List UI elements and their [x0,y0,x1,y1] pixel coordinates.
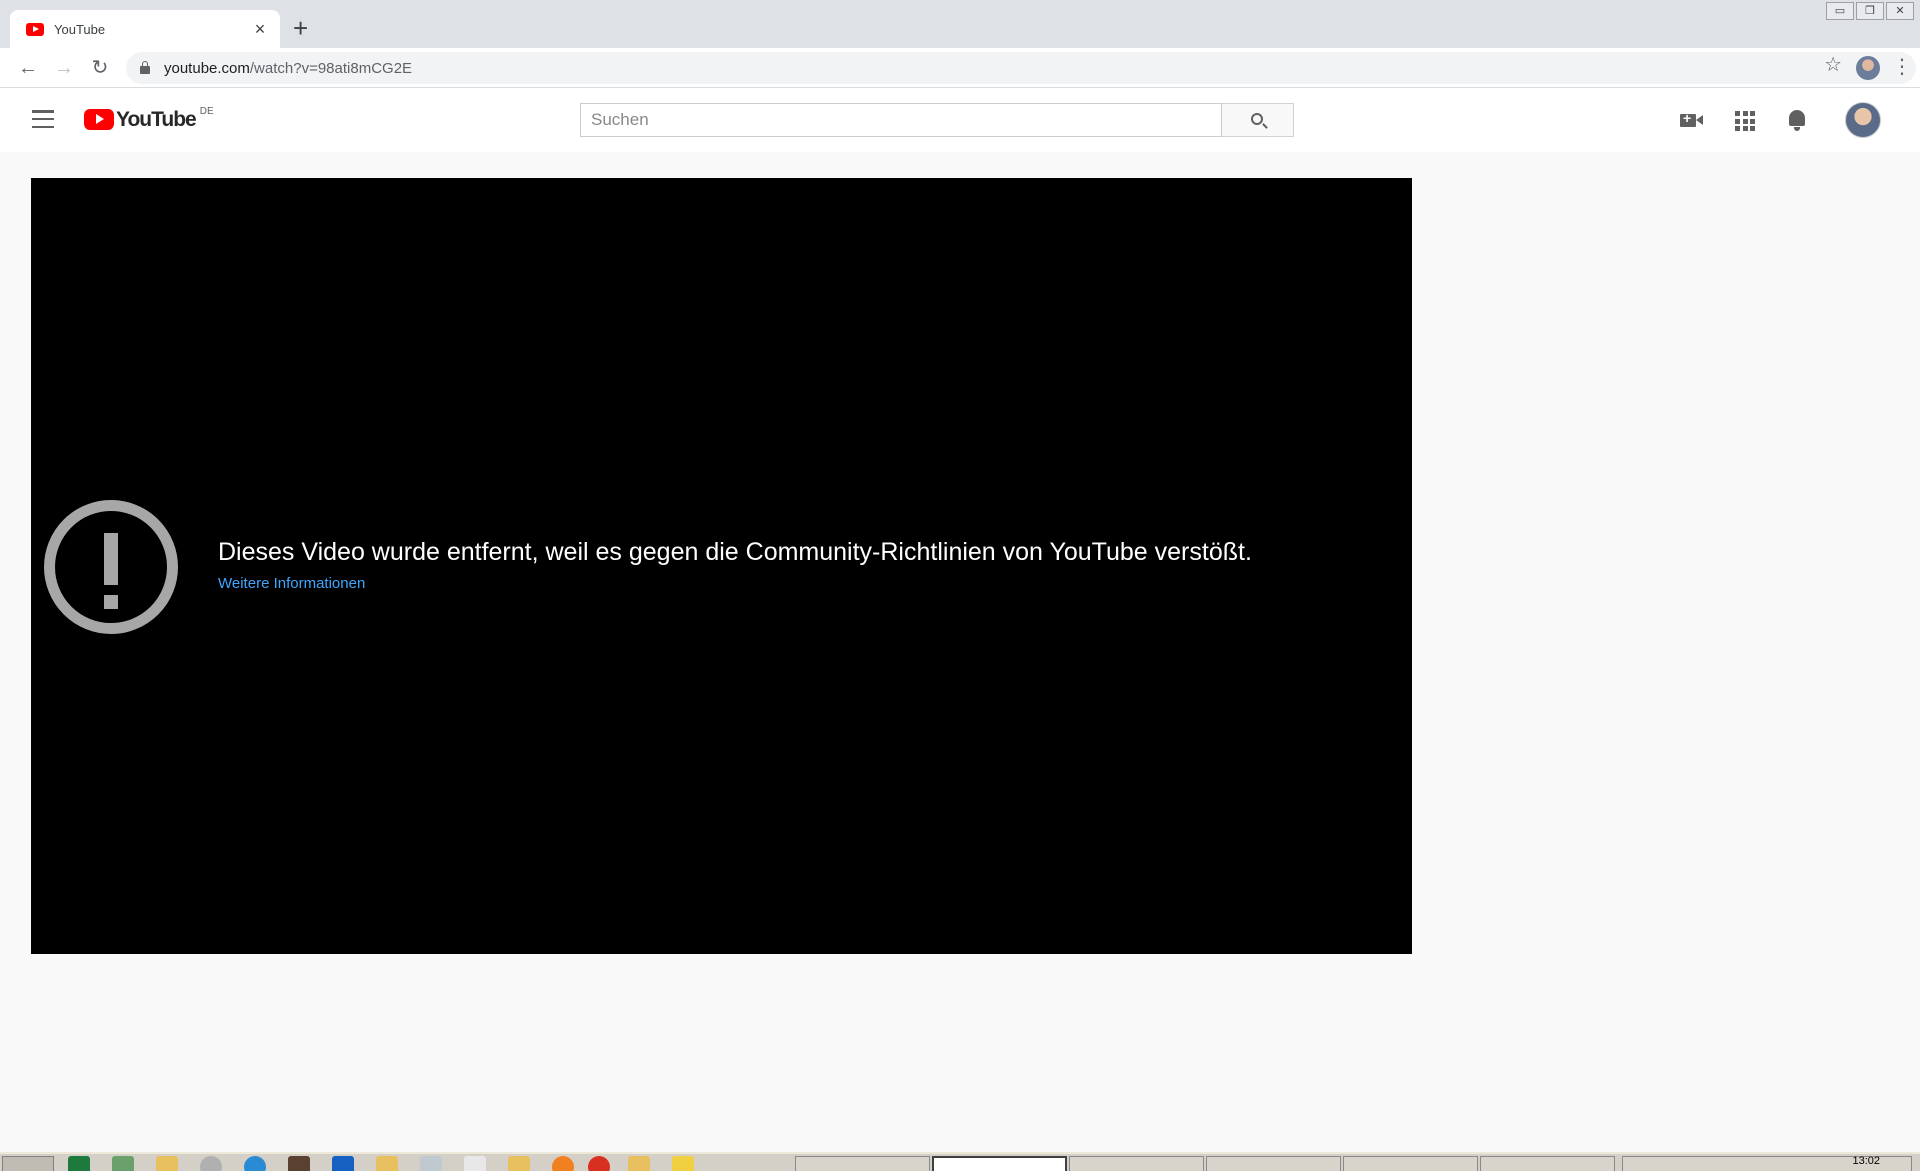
chrome-icon[interactable] [588,1156,610,1171]
restore-button[interactable]: ❐ [1856,2,1884,20]
taskbar-window-6[interactable] [1480,1156,1615,1171]
close-window-button[interactable]: ✕ [1886,2,1914,20]
windows-taskbar: 13:02 [0,1152,1920,1171]
search-icon [1251,113,1263,125]
folder-icon-2[interactable] [376,1156,398,1171]
notifications-bell-icon[interactable] [1783,106,1811,134]
start-button[interactable] [2,1156,54,1171]
youtube-favicon-icon [26,22,44,36]
folder-icon-3[interactable] [508,1156,530,1171]
tab-close-icon[interactable]: × [250,19,270,40]
browser-profile-avatar[interactable] [1856,56,1880,80]
url-text: youtube.com/watch?v=98ati8mCG2E [164,59,413,77]
taskbar-window-1[interactable] [795,1156,930,1171]
reload-icon[interactable]: ↻ [86,54,114,82]
browser-tabstrip: YouTube × + ▭ ❐ ✕ [0,0,1920,48]
disc-icon[interactable] [200,1156,222,1171]
browser-menu-icon[interactable]: ⋮ [1892,54,1912,79]
bookmark-star-icon[interactable]: ☆ [1824,52,1842,77]
folder-icon-4[interactable] [628,1156,650,1171]
taskbar-window-4[interactable] [1206,1156,1341,1171]
logo-text: YouTube [116,108,197,131]
notepad-icon[interactable] [464,1156,486,1171]
exclamation-circle-icon [44,500,178,634]
search-input[interactable]: Suchen [580,103,1222,137]
search-button[interactable] [1222,103,1294,137]
youtube-play-logo-icon [84,109,114,130]
star-app-icon[interactable] [672,1156,694,1171]
firefox-icon[interactable] [552,1156,574,1171]
guide-menu-icon[interactable] [32,110,54,128]
folder-icon[interactable] [156,1156,178,1171]
apps-grid-icon[interactable] [1730,106,1758,134]
video-player[interactable]: Dieses Video wurde entfernt, weil es geg… [31,178,1412,954]
youtube-masthead: YouTube DE Suchen [0,88,1920,152]
taskbar-window-5[interactable] [1343,1156,1478,1171]
excel-icon[interactable] [68,1156,90,1171]
outlook-icon[interactable] [332,1156,354,1171]
youtube-logo[interactable]: YouTube DE [84,106,214,132]
new-tab-button[interactable]: + [293,14,308,42]
browser-tab-youtube[interactable]: YouTube × [10,10,280,48]
taskbar-window-chrome[interactable] [932,1156,1067,1171]
browser-toolbar: ← → ↻ youtube.com/watch?v=98ati8mCG2E ☆ … [0,48,1920,88]
lock-icon [140,61,150,74]
app-icon[interactable] [288,1156,310,1171]
account-avatar[interactable] [1845,102,1881,138]
forward-arrow-icon[interactable]: → [50,54,78,82]
learn-more-link[interactable]: Weitere Informationen [218,575,365,592]
taskbar-clock: 13:02 [1852,1155,1880,1167]
country-code: DE [199,106,214,117]
tab-title: YouTube [54,21,106,37]
spreadsheet-icon[interactable] [112,1156,134,1171]
create-video-icon[interactable] [1678,106,1706,134]
minimize-button[interactable]: ▭ [1826,2,1854,20]
back-arrow-icon[interactable]: ← [14,54,42,82]
document-icon[interactable] [420,1156,442,1171]
internet-explorer-icon[interactable] [244,1156,266,1171]
error-message: Dieses Video wurde entfernt, weil es geg… [218,538,1252,566]
taskbar-window-3[interactable] [1069,1156,1204,1171]
address-bar[interactable]: youtube.com/watch?v=98ati8mCG2E [126,52,1916,84]
window-controls: ▭ ❐ ✕ [1824,2,1914,20]
